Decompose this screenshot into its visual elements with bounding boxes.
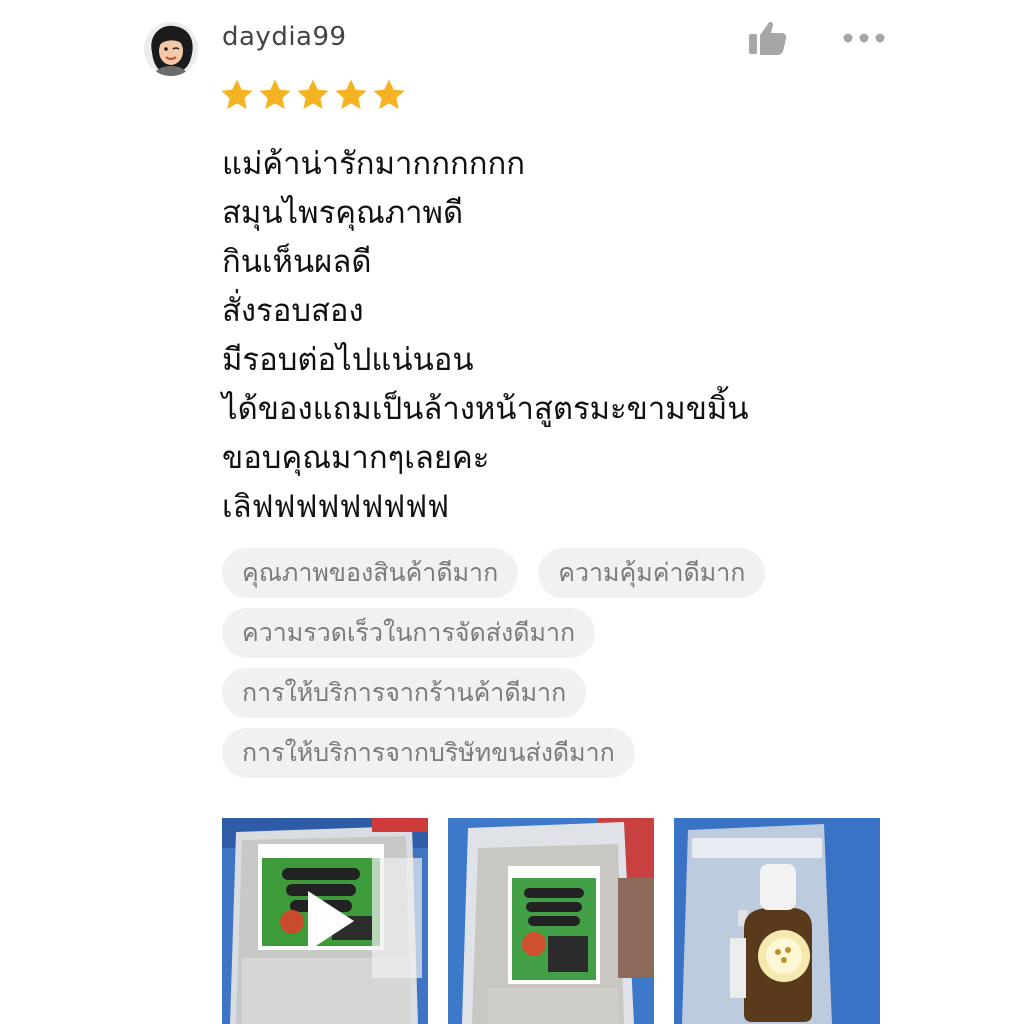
- review-photo-thumbnail[interactable]: [448, 818, 654, 1024]
- more-options-button[interactable]: [840, 24, 888, 52]
- review-text: แม่ค้าน่ารักมากกกกกก สมุนไพรคุณภาพดี กิน…: [222, 140, 749, 532]
- tag-value-for-money[interactable]: ความคุ้มค่าดีมาก: [538, 548, 766, 598]
- avatar[interactable]: [144, 22, 198, 76]
- tag-seller-service[interactable]: การให้บริการจากร้านค้าดีมาก: [222, 668, 587, 718]
- review-line: เลิฟฟฟฟฟฟฟฟฟ: [222, 489, 450, 525]
- star-icon: [297, 79, 329, 109]
- tag-row: การให้บริการจากร้านค้าดีมาก: [222, 668, 862, 718]
- avatar-image: [144, 22, 198, 76]
- review-line: สมุนไพรคุณภาพดี: [222, 195, 464, 231]
- star-icon: [221, 79, 253, 109]
- tag-shipping-speed[interactable]: ความรวดเร็วในการจัดส่งดีมาก: [222, 608, 596, 658]
- review-line: แม่ค้าน่ารักมากกกกกก: [222, 146, 526, 182]
- review-photo-thumbnail[interactable]: [674, 818, 880, 1024]
- tag-product-quality[interactable]: คุณภาพของสินค้าดีมาก: [222, 548, 519, 598]
- review-tags: คุณภาพของสินค้าดีมาก ความคุ้มค่าดีมาก คว…: [222, 548, 862, 788]
- like-button[interactable]: [746, 18, 790, 58]
- review-line: มีรอบต่อไปแน่นอน: [222, 342, 474, 378]
- tag-courier-service[interactable]: การให้บริการจากบริษัทขนส่งดีมาก: [222, 728, 635, 778]
- star-rating: [220, 78, 406, 112]
- more-options-icon: [843, 33, 885, 43]
- thumbs-up-icon: [749, 21, 787, 55]
- tag-row: ความรวดเร็วในการจัดส่งดีมาก: [222, 608, 862, 658]
- review-media: [222, 818, 880, 1024]
- review-line: ขอบคุณมากๆเลยคะ: [222, 440, 490, 476]
- play-icon: [308, 891, 354, 951]
- star-icon: [259, 79, 291, 109]
- product-photo: [448, 818, 654, 1024]
- product-photo: [674, 818, 880, 1024]
- tag-row: การให้บริการจากบริษัทขนส่งดีมาก: [222, 728, 862, 778]
- username[interactable]: daydia99: [222, 22, 347, 52]
- star-icon: [373, 79, 405, 109]
- review-line: สั่งรอบสอง: [222, 293, 364, 329]
- review-line: กินเห็นผลดี: [222, 244, 372, 280]
- review-line: ได้ของแถมเป็นล้างหน้าสูตรมะขามขมิ้น: [222, 391, 749, 427]
- review-video-thumbnail[interactable]: [222, 818, 428, 1024]
- star-icon: [335, 79, 367, 109]
- tag-row: คุณภาพของสินค้าดีมาก ความคุ้มค่าดีมาก: [222, 548, 862, 598]
